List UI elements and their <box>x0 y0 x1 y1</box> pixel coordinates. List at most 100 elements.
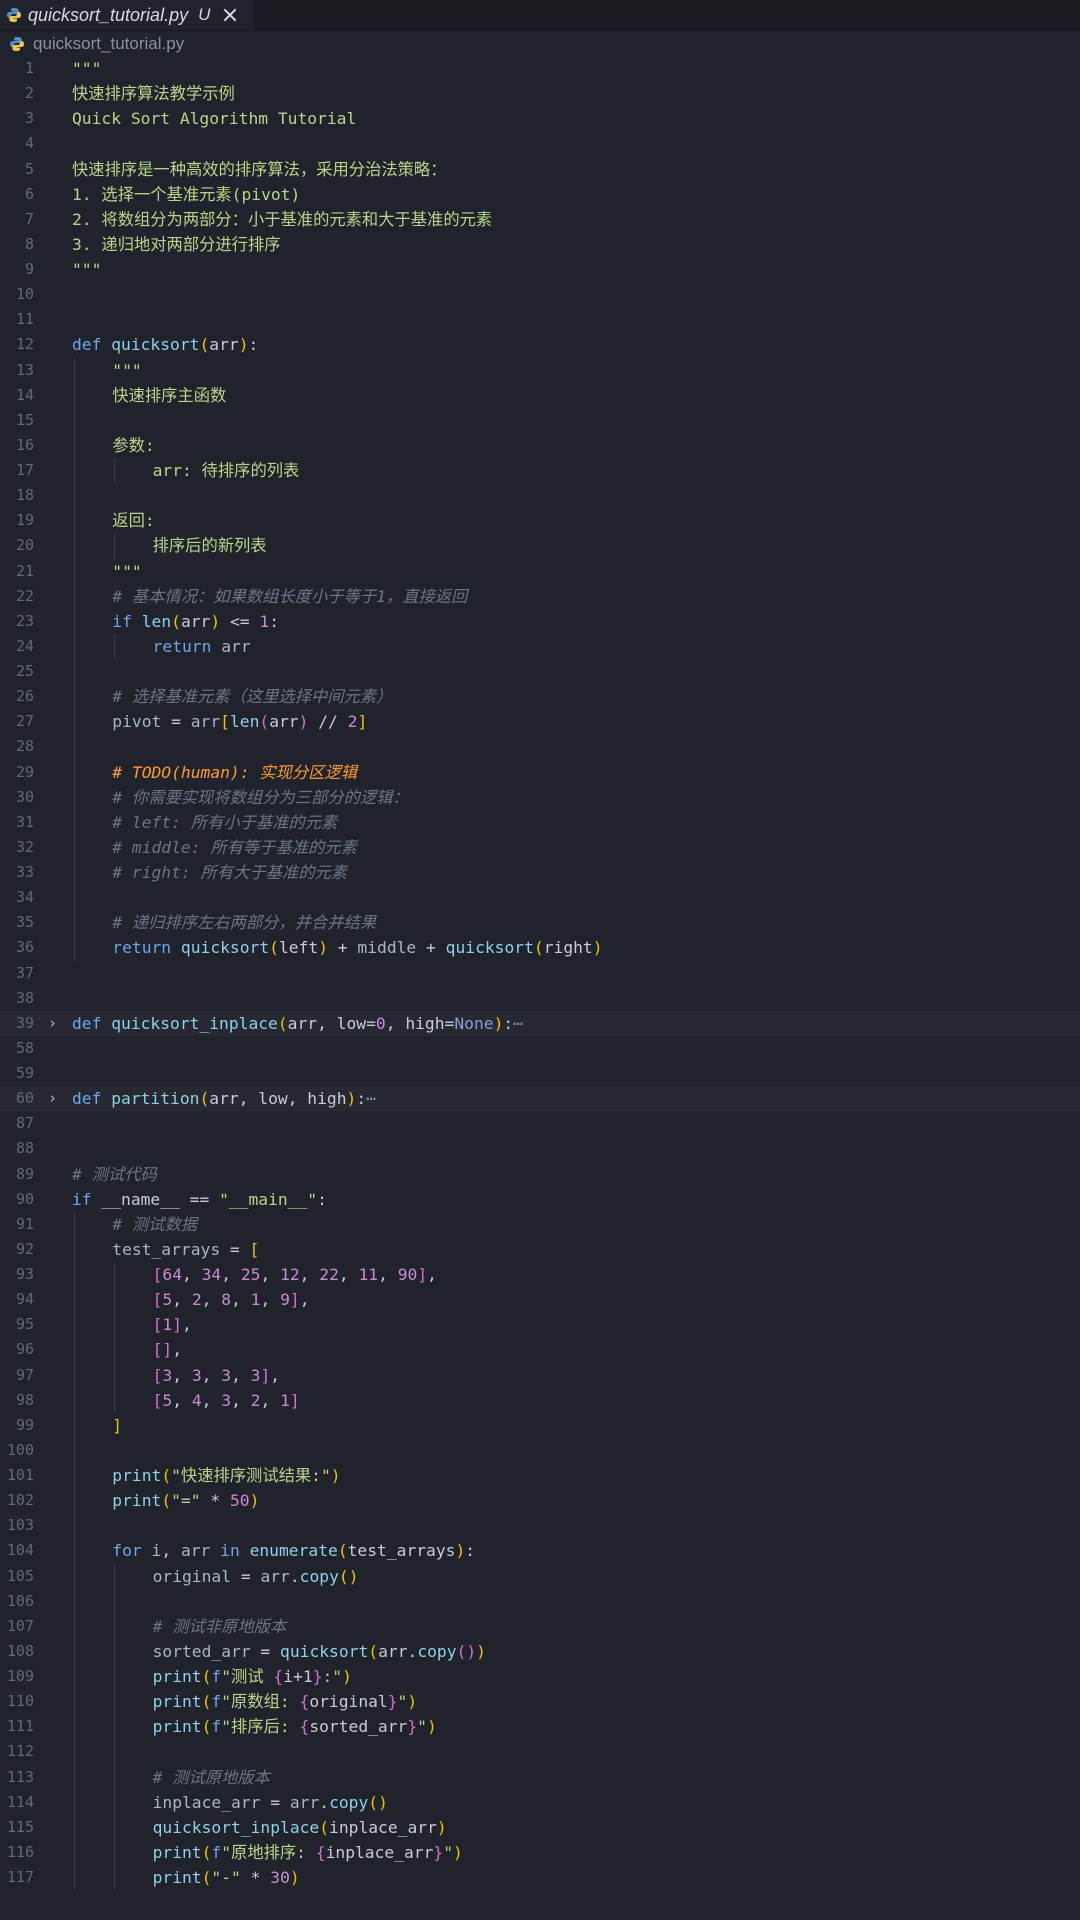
code-line[interactable]: 1 """ <box>0 56 1080 81</box>
code-line[interactable]: 59 <box>0 1061 1080 1086</box>
code-line[interactable]: 39 › def quicksort_inplace(arr, low=0, hig… <box>0 1010 1080 1036</box>
indent-guide <box>114 1664 116 1690</box>
python-file-icon <box>9 36 25 52</box>
line-number: 59 <box>15 1064 34 1082</box>
code-line[interactable]: 94 [5, 2, 8, 1, 9], <box>0 1287 1080 1313</box>
code-line[interactable]: 37 <box>0 961 1080 986</box>
code-text: print(f"原地排序: {inplace_arr}") <box>153 1840 463 1865</box>
tab-quicksort-tutorial[interactable]: quicksort_tutorial.py U <box>0 0 255 30</box>
breadcrumb-file[interactable]: quicksort_tutorial.py <box>33 34 184 54</box>
indent-guide <box>114 1287 116 1313</box>
code-line[interactable]: 2 快速排序算法教学示例 <box>0 81 1080 106</box>
code-line[interactable]: 100 <box>0 1437 1080 1463</box>
code-line[interactable]: 107 # 测试非原地版本 <box>0 1613 1080 1639</box>
code-line[interactable]: 7 2. 将数组分为两部分：小于基准的元素和大于基准的元素 <box>0 207 1080 232</box>
code-line[interactable]: 9 """ <box>0 257 1080 282</box>
code-line[interactable]: 96 [], <box>0 1337 1080 1363</box>
code-line[interactable]: 105 original = arr.copy() <box>0 1563 1080 1589</box>
code-text: [5, 4, 3, 2, 1] <box>153 1388 300 1413</box>
code-line[interactable]: 17 arr: 待排序的列表 <box>0 458 1080 484</box>
code-line[interactable]: 21 """ <box>0 558 1080 584</box>
code-line[interactable]: 113 # 测试原地版本 <box>0 1764 1080 1790</box>
code-line[interactable]: 103 <box>0 1513 1080 1539</box>
code-line[interactable]: 98 [5, 4, 3, 2, 1] <box>0 1387 1080 1413</box>
code-token: original <box>309 1692 388 1712</box>
code-line[interactable]: 102 print("=" * 50) <box>0 1488 1080 1514</box>
code-token: [ <box>152 1315 163 1335</box>
code-line[interactable]: 101 print("快速排序测试结果:") <box>0 1463 1080 1489</box>
code-line[interactable]: 108 sorted_arr = quicksort(arr.copy()) <box>0 1638 1080 1664</box>
line-number: 30 <box>15 787 34 806</box>
code-line[interactable]: 95 [1], <box>0 1312 1080 1338</box>
code-line[interactable]: 32 # middle: 所有等于基准的元素 <box>0 834 1080 860</box>
code-line[interactable]: 11 <box>0 307 1080 332</box>
code-line[interactable]: 16 参数: <box>0 432 1080 458</box>
code-line[interactable]: 8 3. 递归地对两部分进行排序 <box>0 232 1080 257</box>
code-line[interactable]: 36 return quicksort(left) + middle + quic… <box>0 935 1080 961</box>
code-text: def quicksort(arr): <box>72 332 258 357</box>
code-line[interactable]: 23 if len(arr) <= 1: <box>0 608 1080 634</box>
code-line[interactable]: 25 <box>0 659 1080 685</box>
code-line[interactable]: 88 <box>0 1136 1080 1161</box>
code-line[interactable]: 110 print(f"原数组: {original}") <box>0 1689 1080 1715</box>
code-line[interactable]: 15 <box>0 407 1080 433</box>
code-line[interactable]: 97 [3, 3, 3, 3], <box>0 1362 1080 1388</box>
fold-chevron-icon[interactable]: › <box>48 1086 57 1111</box>
code-line[interactable]: 117 print("-" * 30) <box>0 1865 1080 1891</box>
code-line[interactable]: 12 def quicksort(arr): <box>0 332 1080 357</box>
code-line[interactable]: 89 # 测试代码 <box>0 1162 1080 1187</box>
code-token: ) <box>453 1842 463 1862</box>
code-line[interactable]: 34 <box>0 885 1080 911</box>
indent-guide <box>74 357 75 383</box>
code-token: "-" <box>211 1868 241 1887</box>
code-line[interactable]: 92 test_arrays = [ <box>0 1236 1080 1262</box>
code-line[interactable]: 99] <box>0 1412 1080 1438</box>
code-line[interactable]: 26 # 选择基准元素（这里选择中间元素） <box>0 684 1080 710</box>
code-token: copy <box>417 1641 457 1661</box>
code-line[interactable]: 19 返回: <box>0 508 1080 534</box>
code-line[interactable]: 93 [64, 34, 25, 12, 22, 11, 90], <box>0 1262 1080 1288</box>
code-editor[interactable]: 1 """ 2 快速排序算法教学示例 3 Quick Sort Algorithm Tut… <box>0 56 1080 1891</box>
code-line[interactable]: 58 <box>0 1036 1080 1061</box>
code-token: # middle: 所有等于基准的元素 <box>112 837 357 857</box>
fold-chevron-icon[interactable]: › <box>48 1011 57 1036</box>
code-line[interactable]: 22 # 基本情况：如果数组长度小于等于1，直接返回 <box>0 583 1080 609</box>
code-token: [ <box>152 1265 163 1284</box>
code-line[interactable]: 27 pivot = arr[len(arr) // 2] <box>0 709 1080 735</box>
code-token: , <box>201 1365 222 1385</box>
close-icon[interactable] <box>222 7 238 23</box>
code-line[interactable]: 112 <box>0 1739 1080 1765</box>
code-line[interactable]: 91 # 测试数据 <box>0 1211 1080 1237</box>
code-line[interactable]: 5 快速排序是一种高效的排序算法，采用分治法策略： <box>0 157 1080 182</box>
code-line[interactable]: 30 # 你需要实现将数组分为三部分的逻辑： <box>0 784 1080 810</box>
code-line[interactable]: 90 if __name__ == "__main__": <box>0 1187 1080 1212</box>
code-line[interactable]: 20 排序后的新列表 <box>0 533 1080 559</box>
code-line[interactable]: 24 return arr <box>0 633 1080 659</box>
code-token: 快速排序算法教学示例 <box>72 84 235 104</box>
code-token: , <box>270 1365 281 1385</box>
code-line[interactable]: 18 <box>0 483 1080 509</box>
code-line[interactable]: 60 › def partition(arr, low, high):⋯ <box>0 1086 1080 1112</box>
code-line[interactable]: 87 <box>0 1111 1080 1136</box>
code-line[interactable]: 109 print(f"测试 {i+1}:") <box>0 1664 1080 1690</box>
code-line[interactable]: 114 inplace_arr = arr.copy() <box>0 1789 1080 1815</box>
code-line[interactable]: 35 # 递归排序左右两部分，并合并结果 <box>0 910 1080 936</box>
code-line[interactable]: 31 # left: 所有小于基准的元素 <box>0 809 1080 835</box>
code-line[interactable]: 111 print(f"排序后: {sorted_arr}") <box>0 1714 1080 1740</box>
code-line[interactable]: 104 for i, arr in enumerate(test_arrays): <box>0 1538 1080 1564</box>
code-line[interactable]: 116 print(f"原地排序: {inplace_arr}") <box>0 1839 1080 1865</box>
code-line[interactable]: 4 <box>0 131 1080 156</box>
code-line[interactable]: 115 quicksort_inplace(inplace_arr) <box>0 1814 1080 1840</box>
code-token: ) <box>249 1491 260 1511</box>
code-line[interactable]: 29 # TODO(human): 实现分区逻辑 <box>0 759 1080 785</box>
code-line[interactable]: 3 Quick Sort Algorithm Tutorial <box>0 106 1080 131</box>
code-line[interactable]: 10 <box>0 282 1080 307</box>
code-line[interactable]: 14 快速排序主函数 <box>0 382 1080 408</box>
code-line[interactable]: 6 1. 选择一个基准元素(pivot) <box>0 182 1080 207</box>
code-line[interactable]: 13 """ <box>0 357 1080 383</box>
code-line[interactable]: 33 # right: 所有大于基准的元素 <box>0 860 1080 886</box>
code-line[interactable]: 38 <box>0 986 1080 1011</box>
code-token: 3 <box>162 1365 173 1385</box>
code-line[interactable]: 28 <box>0 734 1080 760</box>
code-line[interactable]: 106 <box>0 1588 1080 1614</box>
